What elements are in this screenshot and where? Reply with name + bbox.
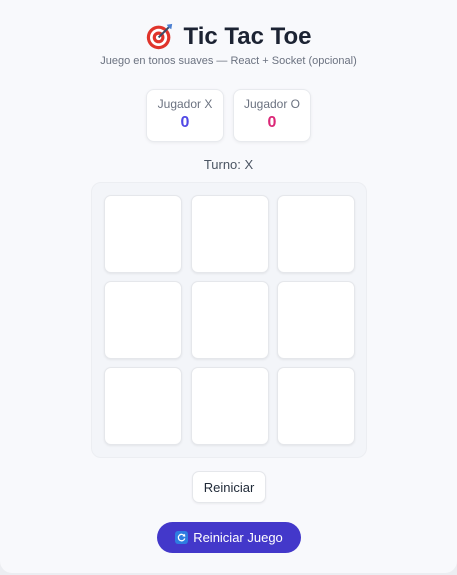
board-cell-7[interactable] [104,367,182,445]
board-cell-6[interactable] [277,281,355,359]
board-cell-2[interactable] [191,195,269,273]
score-card-x: Jugador X 0 [146,89,224,142]
game-card: Tic Tac Toe Juego en tonos suaves — Reac… [0,0,457,573]
score-label-o: Jugador O [243,97,301,111]
board-cell-5[interactable] [191,281,269,359]
refresh-icon [175,531,189,544]
page-title: Tic Tac Toe [183,22,312,50]
board-cell-9[interactable] [277,367,355,445]
score-value-x: 0 [180,114,190,131]
turn-indicator: Turno: X [203,157,254,172]
board-cell-8[interactable] [191,367,269,445]
reset-button[interactable]: Reiniciar [192,471,266,503]
score-label-x: Jugador X [157,97,213,111]
score-value-o: 0 [267,114,277,131]
board-cell-3[interactable] [277,195,355,273]
target-icon [145,22,174,51]
game-board [91,182,367,458]
board-cell-4[interactable] [104,281,182,359]
reset-game-label: Reiniciar Juego [193,530,283,545]
reset-game-button[interactable]: Reiniciar Juego [157,522,301,553]
score-card-o: Jugador O 0 [233,89,311,142]
board-cell-1[interactable] [104,195,182,273]
subtitle: Juego en tonos suaves — React + Socket (… [100,55,357,67]
title-row: Tic Tac Toe [0,22,457,51]
